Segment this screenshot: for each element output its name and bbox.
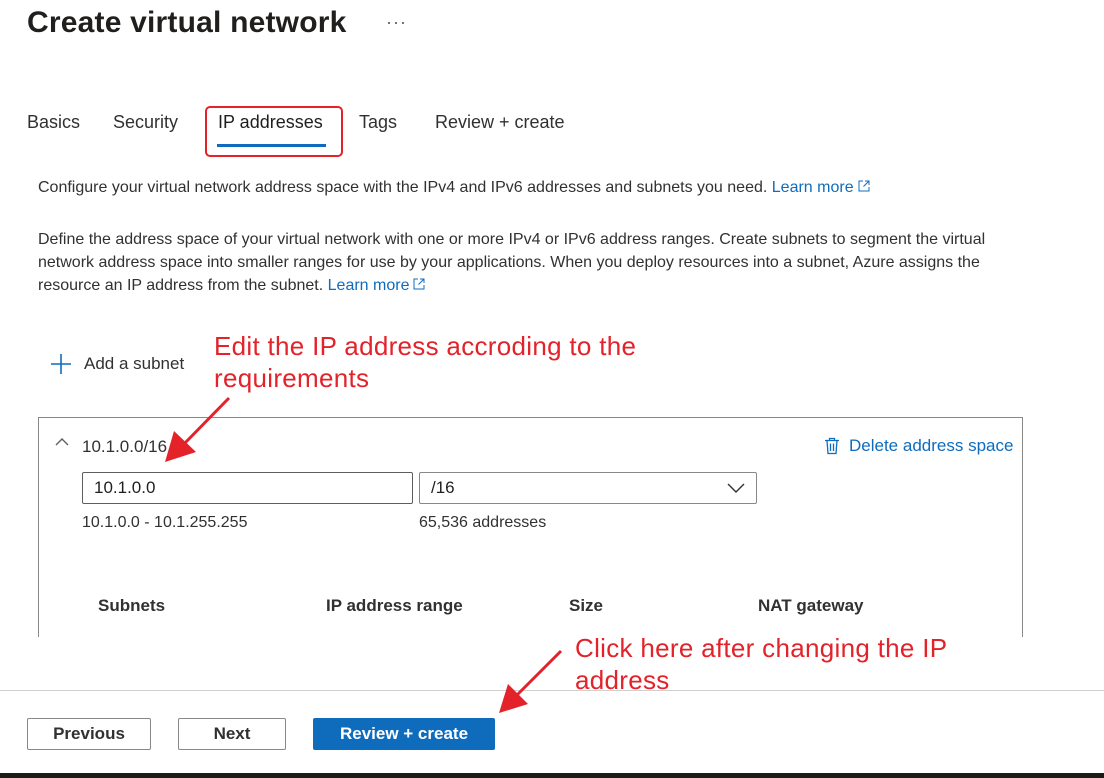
delete-address-space-label: Delete address space — [849, 436, 1014, 455]
tab-security[interactable]: Security — [113, 112, 178, 133]
tab-review-create[interactable]: Review + create — [435, 112, 565, 133]
learn-more-label-2: Learn more — [327, 277, 410, 294]
column-header-nat-gateway: NAT gateway — [758, 596, 864, 615]
arrow-icon — [499, 649, 563, 713]
address-space-title: 10.1.0.0/16 — [82, 437, 168, 456]
column-header-size: Size — [569, 596, 604, 615]
annotation-click-here: Click here after changing the IP address — [575, 633, 947, 695]
more-options-icon[interactable]: ··· — [386, 12, 407, 33]
tab-basics[interactable]: Basics — [27, 112, 80, 133]
tab-highlight-box — [205, 106, 343, 157]
description-text: Define the address space of your virtual… — [38, 228, 1038, 297]
column-header-ip-range: IP address range — [326, 596, 463, 615]
next-button[interactable]: Next — [178, 718, 286, 750]
learn-more-label-1: Learn more — [771, 179, 854, 196]
footer-divider — [0, 690, 1104, 691]
chevron-up-icon[interactable] — [54, 436, 70, 448]
column-header-subnets: Subnets — [98, 596, 166, 615]
page-title: Create virtual network — [27, 6, 347, 39]
trash-icon — [825, 437, 839, 455]
description-text-body: Define the address space of your virtual… — [38, 231, 986, 294]
add-subnet-label: Add a subnet — [84, 354, 185, 373]
address-count-text: 65,536 addresses — [419, 514, 547, 531]
address-range-text: 10.1.0.0 - 10.1.255.255 — [82, 514, 248, 531]
learn-more-link-2[interactable]: Learn more — [328, 277, 426, 294]
chevron-down-icon — [727, 483, 745, 493]
external-link-icon — [413, 278, 425, 290]
previous-button[interactable]: Previous — [27, 718, 151, 750]
tab-tags[interactable]: Tags — [359, 112, 397, 133]
ip-address-input[interactable] — [82, 472, 413, 504]
external-link-icon — [858, 180, 870, 192]
plus-icon — [51, 354, 71, 374]
intro-text: Configure your virtual network address s… — [38, 177, 1038, 199]
review-create-button[interactable]: Review + create — [313, 718, 495, 750]
delete-address-space-button[interactable]: Delete address space — [824, 436, 1013, 456]
bottom-edge-bar — [0, 773, 1104, 778]
add-subnet-button[interactable]: Add a subnet — [50, 353, 184, 375]
intro-text-body: Configure your virtual network address s… — [38, 179, 768, 196]
prefix-select-value: /16 — [431, 478, 455, 497]
learn-more-link-1[interactable]: Learn more — [772, 179, 870, 196]
prefix-select[interactable]: /16 — [419, 472, 757, 504]
annotation-edit-ip: Edit the IP address accroding to the req… — [214, 331, 637, 393]
